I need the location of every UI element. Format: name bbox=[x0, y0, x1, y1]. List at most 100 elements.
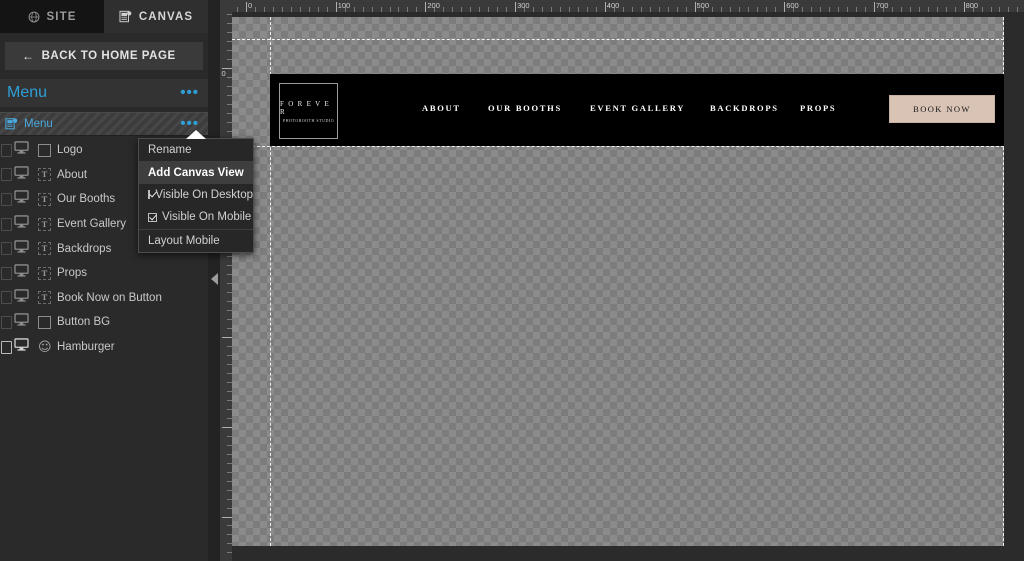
desktop-view-icon[interactable] bbox=[14, 264, 29, 282]
ruler-tick bbox=[963, 2, 965, 12]
mobile-view-icon[interactable] bbox=[1, 266, 12, 280]
selection-guide-bottom bbox=[232, 146, 1004, 147]
text-icon: T bbox=[38, 242, 51, 256]
logo-line-1: F O R E V E R bbox=[280, 99, 331, 116]
canvas-icon bbox=[119, 10, 132, 23]
text-icon: T bbox=[38, 168, 51, 182]
context-menu-item[interactable]: Visible On Desktop bbox=[139, 184, 253, 206]
site-nav-item[interactable]: BACKDROPS bbox=[710, 103, 779, 113]
context-menu-item-label: Rename bbox=[148, 144, 192, 157]
component-icon bbox=[5, 117, 19, 136]
desktop-view-icon[interactable] bbox=[14, 338, 29, 356]
ruler-tick bbox=[873, 2, 875, 12]
ruler-tick bbox=[335, 2, 337, 12]
layer-name: Hamburger bbox=[57, 341, 115, 354]
context-menu-item[interactable]: Layout Mobile bbox=[139, 228, 253, 252]
layer-name: Button BG bbox=[57, 316, 111, 329]
globe-icon bbox=[28, 11, 40, 23]
checkbox-icon[interactable] bbox=[148, 212, 157, 222]
ruler-label: 400 bbox=[606, 1, 620, 10]
smiley-icon: ☺ bbox=[38, 339, 52, 355]
book-now-label: BOOK NOW bbox=[913, 104, 971, 114]
desktop-view-icon[interactable] bbox=[14, 166, 29, 184]
ruler-label: 200 bbox=[427, 1, 440, 10]
desktop-view-icon[interactable] bbox=[14, 313, 29, 331]
ruler-label: 100 bbox=[337, 1, 351, 10]
mobile-view-icon[interactable] bbox=[1, 315, 12, 329]
ruler-label: 700 bbox=[875, 1, 889, 10]
layer-row-menu-label: Menu bbox=[24, 118, 53, 130]
left-panel: SITE CANVAS ← BACK TO HOME PAGE Menu •••… bbox=[0, 0, 254, 561]
ruler-tick bbox=[515, 2, 517, 12]
ruler-label: 800 bbox=[965, 1, 979, 10]
ruler-tick bbox=[222, 426, 232, 428]
ruler-label: 300 bbox=[517, 1, 530, 10]
panel-tabbar: SITE CANVAS bbox=[0, 0, 208, 33]
layer-row[interactable]: T Props bbox=[0, 261, 208, 286]
desktop-view-icon[interactable] bbox=[14, 141, 29, 159]
canvas-area: 0100200300400500600700800 01 F O R E V E… bbox=[220, 0, 1024, 561]
site-nav-item[interactable]: OUR BOOTHS bbox=[488, 103, 562, 113]
desktop-view-icon[interactable] bbox=[14, 215, 29, 233]
layer-name: Props bbox=[57, 267, 88, 280]
mobile-view-icon[interactable] bbox=[1, 340, 12, 354]
layer-name: Our Booths bbox=[57, 193, 116, 206]
selection-guide-top bbox=[232, 39, 1004, 40]
site-nav-item[interactable]: ABOUT bbox=[422, 103, 461, 113]
chevron-left-icon bbox=[211, 273, 218, 285]
canvas-checkerboard: F O R E V E R PHOTOBOOTH STUDIO ABOUT OUR… bbox=[232, 17, 1004, 546]
text-icon: T bbox=[38, 291, 51, 305]
layer-name: Backdrops bbox=[57, 242, 112, 255]
back-arrow-icon: ← bbox=[22, 49, 35, 63]
ruler-label: 0 bbox=[221, 69, 226, 78]
tab-canvas[interactable]: CANVAS bbox=[104, 0, 208, 33]
layer-name: Logo bbox=[57, 144, 83, 157]
logo[interactable]: F O R E V E R PHOTOBOOTH STUDIO bbox=[279, 83, 338, 139]
app-root: SITE CANVAS ← BACK TO HOME PAGE Menu •••… bbox=[0, 0, 1024, 561]
layer-row[interactable]: Button BG bbox=[0, 310, 208, 335]
book-now-button[interactable]: BOOK NOW bbox=[889, 95, 995, 123]
layer-row[interactable]: ☺ Hamburger bbox=[0, 335, 208, 360]
mobile-view-icon[interactable] bbox=[1, 242, 12, 256]
rect-icon bbox=[38, 143, 51, 157]
context-menu-item[interactable]: Rename bbox=[139, 139, 253, 161]
context-menu-item-label: Visible On Mobile bbox=[162, 211, 252, 224]
mobile-view-icon[interactable] bbox=[1, 143, 12, 157]
layer-row-menu[interactable]: Menu ••• bbox=[0, 112, 208, 136]
canvas-viewport[interactable]: F O R E V E R PHOTOBOOTH STUDIO ABOUT OUR… bbox=[232, 12, 1024, 561]
ruler-tick bbox=[425, 2, 427, 12]
text-icon: T bbox=[38, 192, 51, 206]
site-nav-item[interactable]: EVENT GALLERY bbox=[590, 103, 685, 113]
ruler-tick bbox=[604, 2, 606, 12]
context-menu-item[interactable]: Visible On Mobile bbox=[139, 206, 253, 228]
back-to-home-page-button[interactable]: ← BACK TO HOME PAGE bbox=[5, 42, 203, 70]
context-menu-item-label: Visible On Desktop bbox=[155, 188, 253, 201]
desktop-view-icon[interactable] bbox=[14, 239, 29, 258]
layer-name: About bbox=[57, 168, 88, 181]
panel-collapse-handle[interactable] bbox=[208, 0, 220, 561]
tab-site-label: SITE bbox=[46, 10, 77, 23]
back-button-label: BACK TO HOME PAGE bbox=[41, 50, 176, 62]
mobile-view-icon[interactable] bbox=[1, 217, 12, 231]
site-navigation-bar[interactable]: F O R E V E R PHOTOBOOTH STUDIO ABOUT OUR… bbox=[270, 74, 1004, 146]
mobile-view-icon[interactable] bbox=[1, 168, 12, 182]
context-menu-item[interactable]: Add Canvas View bbox=[139, 161, 253, 184]
context-menu-item-label: Add Canvas View bbox=[148, 166, 244, 179]
ruler-tick bbox=[694, 2, 696, 12]
ruler-tick bbox=[222, 337, 232, 339]
site-nav-item[interactable]: PROPS bbox=[800, 103, 836, 113]
text-icon: T bbox=[38, 217, 51, 231]
rect-icon bbox=[38, 315, 51, 329]
section-options-icon[interactable]: ••• bbox=[180, 85, 199, 100]
checkbox-icon[interactable] bbox=[148, 190, 151, 200]
ruler-tick bbox=[246, 2, 247, 12]
tab-canvas-label: CANVAS bbox=[138, 10, 194, 23]
layer-options-icon[interactable]: ••• bbox=[180, 116, 199, 131]
desktop-view-icon[interactable] bbox=[14, 190, 29, 208]
mobile-view-icon[interactable] bbox=[1, 192, 12, 206]
page-title: Menu bbox=[7, 84, 48, 101]
desktop-view-icon[interactable] bbox=[14, 289, 29, 307]
tab-site[interactable]: SITE bbox=[0, 0, 104, 33]
layer-row[interactable]: T Book Now on Button bbox=[0, 286, 208, 311]
mobile-view-icon[interactable] bbox=[1, 291, 12, 305]
